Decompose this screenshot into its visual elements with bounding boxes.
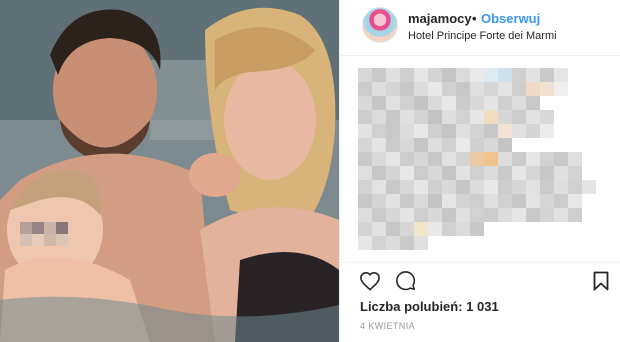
username-link[interactable]: majamocy — [408, 11, 472, 26]
post-photo[interactable] — [0, 0, 339, 342]
location-link[interactable]: Hotel Principe Forte dei Marmi — [408, 30, 557, 42]
follow-button[interactable]: Obserwuj — [481, 11, 540, 26]
separator-dot: • — [472, 11, 477, 26]
bookmark-icon[interactable] — [593, 271, 609, 291]
post-actions-bar — [340, 262, 620, 298]
post-side-panel: majamocy • Obserwuj Hotel Principe Forte… — [339, 0, 620, 342]
pixelation-mosaic — [358, 68, 596, 250]
avatar[interactable] — [362, 7, 398, 43]
post-date[interactable]: 4 KWIETNIA — [360, 321, 415, 331]
comment-icon[interactable] — [395, 270, 416, 291]
heart-icon[interactable] — [359, 271, 381, 291]
photo-illustration — [0, 0, 339, 342]
likes-count[interactable]: Liczba polubień: 1 031 — [360, 299, 499, 314]
post-header: majamocy • Obserwuj Hotel Principe Forte… — [340, 0, 620, 56]
instagram-post: majamocy • Obserwuj Hotel Principe Forte… — [0, 0, 620, 342]
blurred-caption — [358, 68, 596, 250]
